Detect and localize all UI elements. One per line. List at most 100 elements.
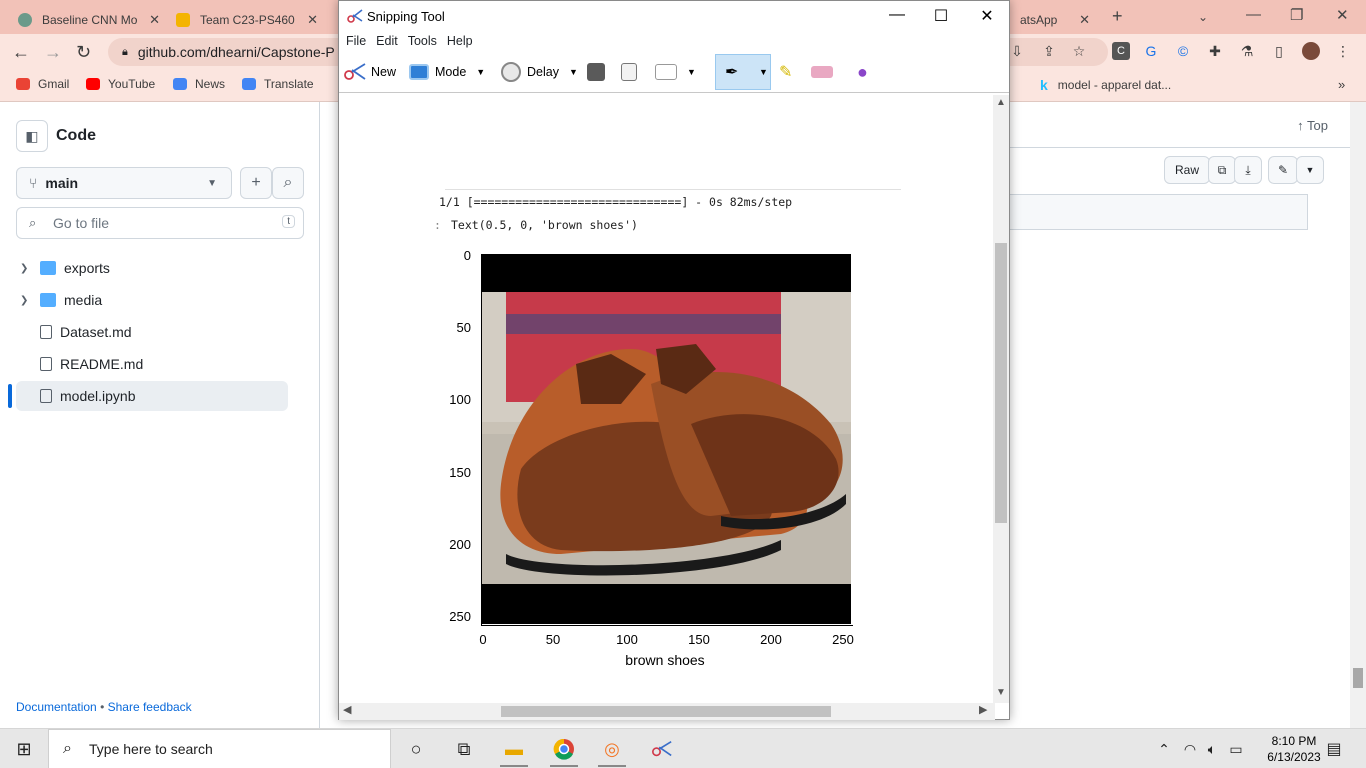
menu-edit[interactable]: Edit xyxy=(376,34,398,48)
menu-help[interactable]: Help xyxy=(447,34,473,48)
branch-selector[interactable]: ⑂ main ▼ xyxy=(16,167,232,199)
search-button[interactable]: ⌕ xyxy=(272,167,304,199)
bookmark-gmail[interactable]: Gmail xyxy=(16,77,69,91)
minimize-icon[interactable]: — xyxy=(1246,6,1261,23)
raw-button[interactable]: Raw xyxy=(1164,156,1210,184)
reload-icon[interactable]: ↻ xyxy=(76,42,91,63)
scroll-thumb[interactable] xyxy=(995,243,1007,523)
edit-dropdown-icon[interactable]: ▼ xyxy=(1296,156,1324,184)
bookmark-label: News xyxy=(195,77,226,91)
forward-icon[interactable]: → xyxy=(44,42,62,63)
battery-icon[interactable]: ▭ xyxy=(1224,737,1248,761)
scroll-thumb[interactable] xyxy=(1353,668,1363,688)
chevron-down-icon[interactable]: ⌄ xyxy=(1198,10,1208,24)
chrome-icon[interactable] xyxy=(552,737,576,761)
volume-icon[interactable]: 🔈︎ xyxy=(1200,737,1224,761)
documentation-link[interactable]: Documentation xyxy=(16,700,97,714)
close-icon[interactable]: ✕ xyxy=(307,12,318,28)
branch-name: main xyxy=(45,175,79,191)
bookmark-translate[interactable]: Translate xyxy=(242,77,314,91)
copy-icon[interactable]: ⧉ xyxy=(1208,156,1236,184)
scroll-left-icon[interactable]: ◀ xyxy=(343,703,351,716)
news-icon xyxy=(173,78,187,90)
paint-3d-icon[interactable]: ● xyxy=(857,59,868,85)
file-explorer-icon[interactable]: ▬ xyxy=(502,737,526,761)
install-icon[interactable]: ⇩ xyxy=(1008,42,1026,60)
share-icon[interactable]: ⇪ xyxy=(1040,42,1058,60)
page-scrollbar[interactable] xyxy=(1350,102,1366,728)
more-bookmarks-icon[interactable]: » xyxy=(1338,77,1345,92)
share-feedback-link[interactable]: Share feedback xyxy=(108,700,192,714)
jupyter-icon[interactable]: ◎ xyxy=(600,737,624,761)
bookmark-news[interactable]: News xyxy=(173,77,225,91)
browser-tab-1[interactable]: Baseline CNN Mo ✕ xyxy=(8,6,168,34)
browser-tab-2[interactable]: Team C23-PS460 ✕ xyxy=(166,6,326,34)
go-to-file-input[interactable]: ⌕ Go to file t xyxy=(16,207,304,239)
bookmark-kaggle[interactable]: k model - apparel dat... xyxy=(1040,77,1171,93)
horizontal-scrollbar[interactable]: ◀ ▶ xyxy=(339,703,995,720)
x-tick-label: 0 xyxy=(479,632,487,647)
extension-c-icon[interactable]: C xyxy=(1112,42,1130,60)
browser-tab-whatsapp[interactable]: atsApp ✕ xyxy=(1010,6,1102,34)
vertical-scrollbar[interactable]: ▲ ▼ xyxy=(993,95,1009,703)
side-panel-icon[interactable]: ▯ xyxy=(1270,42,1288,60)
send-snip-icon[interactable]: ▼ xyxy=(655,59,696,85)
task-view-icon[interactable]: ⧉ xyxy=(452,737,476,761)
close-icon[interactable]: ✕ xyxy=(977,6,997,26)
new-tab-icon[interactable]: + xyxy=(1112,6,1123,27)
taskbar-search[interactable]: ⌕ Type here to search xyxy=(48,729,391,768)
pen-dropdown-icon[interactable]: ▼ xyxy=(759,59,768,85)
collapse-sidebar-icon[interactable]: ◧ xyxy=(16,120,48,152)
top-button[interactable]: ↑ Top xyxy=(1297,118,1328,133)
flask-extension-icon[interactable]: ⚗ xyxy=(1238,42,1256,60)
extensions-icon[interactable]: ✚ xyxy=(1206,42,1224,60)
edit-pencil-icon[interactable]: ✎ xyxy=(1268,156,1298,184)
menu-tools[interactable]: Tools xyxy=(408,34,437,48)
file-icon xyxy=(40,389,52,403)
minimize-icon[interactable]: — xyxy=(887,6,907,24)
notifications-icon[interactable]: ▤ xyxy=(1322,737,1346,761)
new-snip-button[interactable]: New xyxy=(343,59,396,85)
translate-extension-icon[interactable]: G xyxy=(1142,42,1160,60)
profile-avatar[interactable] xyxy=(1302,42,1320,60)
mode-dropdown[interactable]: Mode ▼ xyxy=(409,59,485,85)
tree-item-dataset[interactable]: Dataset.md xyxy=(16,317,288,347)
menu-file[interactable]: File xyxy=(346,34,366,48)
save-icon[interactable] xyxy=(587,59,605,85)
chevron-up-icon[interactable]: ⌃ xyxy=(1152,737,1176,761)
menu-dots-icon[interactable]: ⋮ xyxy=(1334,42,1352,60)
search-icon: ⌕ xyxy=(63,740,72,757)
system-clock[interactable]: 8:10 PM 6/13/2023 xyxy=(1264,733,1324,765)
eraser-icon[interactable] xyxy=(811,59,833,85)
close-icon[interactable]: ✕ xyxy=(1079,12,1090,28)
scroll-up-icon[interactable]: ▲ xyxy=(996,97,1006,108)
close-icon[interactable]: ✕ xyxy=(149,12,160,28)
highlighter-icon[interactable]: ✎ xyxy=(779,59,792,85)
close-window-icon[interactable]: ✕ xyxy=(1336,6,1349,24)
download-icon[interactable]: ⤓ xyxy=(1234,156,1262,184)
plot-image-area xyxy=(481,254,851,624)
chevron-right-icon[interactable]: ❯ xyxy=(20,263,36,274)
maximize-icon[interactable]: ☐ xyxy=(931,6,951,26)
scroll-right-icon[interactable]: ▶ xyxy=(979,703,987,716)
copyright-extension-icon[interactable]: © xyxy=(1174,42,1192,60)
tree-item-readme[interactable]: README.md xyxy=(16,349,288,379)
snipping-tool-icon[interactable] xyxy=(650,737,674,761)
tree-item-exports[interactable]: ❯ exports xyxy=(16,253,288,283)
add-file-button[interactable]: + xyxy=(240,167,272,199)
chevron-right-icon[interactable]: ❯ xyxy=(20,295,36,306)
scroll-thumb[interactable] xyxy=(501,706,831,717)
pen-icon[interactable]: ✒ xyxy=(725,59,738,85)
scroll-down-icon[interactable]: ▼ xyxy=(996,687,1006,698)
restore-icon[interactable]: ❐ xyxy=(1290,6,1303,24)
windows-start-icon[interactable]: ⊞ xyxy=(12,737,36,761)
bookmark-youtube[interactable]: YouTube xyxy=(86,77,155,91)
delay-dropdown[interactable]: Delay ▼ xyxy=(501,59,578,85)
wifi-icon[interactable]: ◠ xyxy=(1178,737,1202,761)
tree-item-media[interactable]: ❯ media xyxy=(16,285,288,315)
tree-item-model[interactable]: model.ipynb xyxy=(16,381,288,411)
cortana-icon[interactable]: ○ xyxy=(404,737,428,761)
copy-icon[interactable] xyxy=(621,59,637,85)
back-icon[interactable]: ← xyxy=(12,42,30,63)
bookmark-star-icon[interactable]: ☆ xyxy=(1070,42,1088,60)
